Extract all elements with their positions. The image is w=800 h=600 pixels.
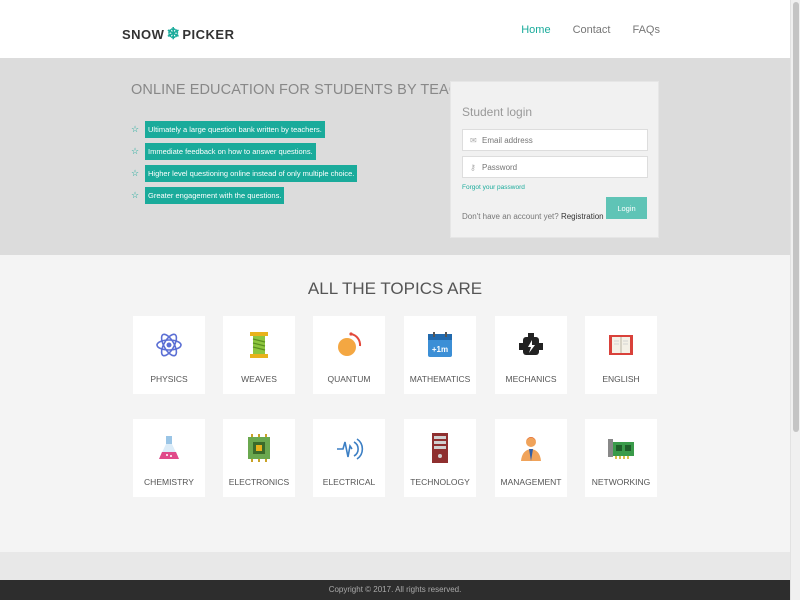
star-icon: ☆	[131, 123, 140, 134]
topic-card-technology[interactable]: TECHNOLOGY	[404, 419, 476, 497]
registration-prompt: Don't have an account yet? Registration	[462, 212, 604, 221]
topic-card-management[interactable]: MANAGEMENT	[495, 419, 567, 497]
signal-icon	[334, 433, 364, 463]
server-icon	[425, 433, 455, 463]
login-button[interactable]: Login	[606, 197, 647, 219]
star-icon: ☆	[131, 189, 140, 200]
topic-card-electronics[interactable]: ELECTRONICS	[223, 419, 295, 497]
feature-list: ☆ Ultimately a large question bank writte…	[131, 118, 358, 206]
star-icon: ☆	[131, 145, 140, 156]
topic-label: MATHEMATICS	[409, 374, 471, 384]
key-icon: ⚷	[470, 162, 476, 172]
email-input[interactable]	[482, 135, 642, 145]
topics-title: ALL THE TOPICS ARE	[307, 279, 483, 298]
nav-faqs[interactable]: FAQs	[632, 23, 660, 37]
feature-item: ☆ Greater engagement with the questions.	[131, 184, 357, 206]
brand-right: PICKER	[182, 27, 235, 42]
footer-strip	[0, 552, 790, 580]
feature-text: Ultimately a large question bank written…	[145, 120, 325, 138]
network-card-icon	[606, 433, 636, 463]
hero-title: ONLINE EDUCATION FOR STUDENTS BY TEACHER…	[131, 82, 501, 98]
topic-label: QUANTUM	[327, 374, 371, 384]
topic-label: MANAGEMENT	[500, 477, 562, 487]
topic-card-electrical[interactable]: ELECTRICAL	[313, 419, 385, 497]
email-field[interactable]: ✉	[462, 129, 648, 151]
nav-contact[interactable]: Contact	[573, 23, 611, 37]
topic-label: NETWORKING	[591, 477, 651, 487]
calendar-plus-icon-text: +1m	[432, 345, 448, 354]
main-nav: Home Contact FAQs	[499, 23, 660, 37]
manager-icon	[516, 433, 546, 463]
atom-icon	[154, 330, 184, 360]
feature-item: ☆ Higher level questioning online instead…	[131, 162, 358, 184]
feature-item: ☆ Ultimately a large question bank writte…	[131, 118, 357, 140]
topic-card-networking[interactable]: NETWORKING	[585, 419, 657, 497]
topic-label: MECHANICS	[505, 374, 557, 384]
calendar-plus-icon: +1m	[425, 330, 455, 360]
topic-card-physics[interactable]: PHYSICS	[133, 316, 205, 394]
snowflake-icon: ❄	[166, 26, 181, 43]
registration-link[interactable]: Registration	[561, 212, 604, 221]
forgot-password-link[interactable]: Forgot your password	[462, 184, 525, 191]
brand-logo[interactable]: SNOW ❄ PICKER	[122, 27, 234, 43]
star-icon: ☆	[131, 167, 140, 178]
scrollbar-thumb[interactable]	[793, 2, 799, 432]
login-title: Student login	[462, 105, 533, 119]
flask-icon	[154, 433, 184, 463]
feature-item: ☆ Immediate feedback on how to answer que…	[131, 140, 357, 162]
topic-card-mechanics[interactable]: MECHANICS	[495, 316, 567, 394]
hero-section: ONLINE EDUCATION FOR STUDENTS BY TEACHER…	[0, 58, 790, 255]
feature-text: Immediate feedback on how to answer ques…	[145, 142, 316, 160]
student-login-form: Student login ✉ ⚷ Forgot your password L…	[450, 81, 659, 238]
quantum-icon	[334, 330, 364, 360]
spool-icon	[244, 330, 274, 360]
feature-text: Greater engagement with the questions.	[145, 186, 285, 204]
chip-icon	[244, 433, 274, 463]
feature-text: Higher level questioning online instead …	[145, 164, 358, 182]
topic-label: TECHNOLOGY	[410, 477, 470, 487]
topic-label: PHYSICS	[150, 374, 188, 384]
copyright-text: Copyright © 2017. All rights reserved.	[328, 585, 462, 594]
topic-label: CHEMISTRY	[144, 477, 194, 487]
footer: Copyright © 2017. All rights reserved.	[0, 580, 790, 600]
topic-card-chemistry[interactable]: CHEMISTRY	[133, 419, 205, 497]
topic-label: ELECTRICAL	[322, 477, 376, 487]
password-field[interactable]: ⚷	[462, 156, 648, 178]
no-account-text: Don't have an account yet?	[462, 212, 559, 221]
topic-card-weaves[interactable]: WEAVES	[223, 316, 295, 394]
nav-home[interactable]: Home	[521, 23, 550, 37]
envelope-icon: ✉	[470, 135, 477, 145]
topic-label: WEAVES	[241, 374, 277, 384]
scrollbar[interactable]	[790, 0, 800, 600]
topic-label: ELECTRONICS	[228, 477, 290, 487]
brand-left: SNOW	[122, 27, 165, 42]
password-input[interactable]	[482, 162, 642, 172]
engine-icon	[516, 330, 546, 360]
navbar: SNOW ❄ PICKER Home Contact FAQs	[0, 0, 790, 58]
topic-card-quantum[interactable]: QUANTUM	[313, 316, 385, 394]
topic-card-mathematics[interactable]: +1m MATHEMATICS	[404, 316, 476, 394]
topic-label: ENGLISH	[602, 374, 640, 384]
topic-card-english[interactable]: ENGLISH	[585, 316, 657, 394]
book-icon	[606, 330, 636, 360]
